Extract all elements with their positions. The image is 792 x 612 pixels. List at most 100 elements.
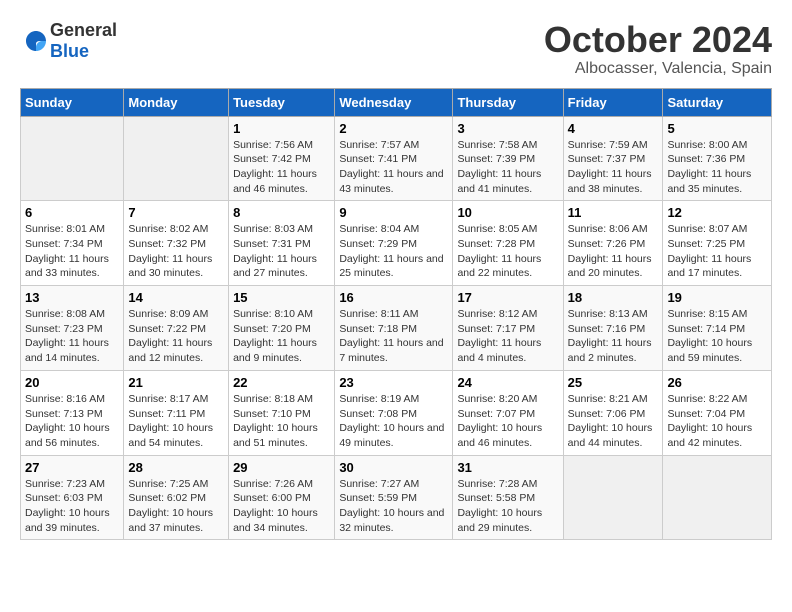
day-number: 17 bbox=[457, 290, 558, 305]
day-detail: Sunrise: 7:26 AM Sunset: 6:00 PM Dayligh… bbox=[233, 477, 330, 536]
day-number: 11 bbox=[568, 205, 659, 220]
day-detail: Sunrise: 8:16 AM Sunset: 7:13 PM Dayligh… bbox=[25, 392, 119, 451]
day-number: 28 bbox=[128, 460, 224, 475]
day-detail: Sunrise: 8:13 AM Sunset: 7:16 PM Dayligh… bbox=[568, 307, 659, 366]
day-number: 29 bbox=[233, 460, 330, 475]
day-detail: Sunrise: 7:56 AM Sunset: 7:42 PM Dayligh… bbox=[233, 138, 330, 197]
calendar-cell: 15Sunrise: 8:10 AM Sunset: 7:20 PM Dayli… bbox=[229, 286, 335, 371]
logo-general: General bbox=[50, 20, 117, 40]
day-header: Sunday bbox=[21, 88, 124, 116]
day-number: 19 bbox=[667, 290, 767, 305]
day-number: 20 bbox=[25, 375, 119, 390]
day-number: 25 bbox=[568, 375, 659, 390]
calendar-cell: 12 Sunrise: 8:07 AM Sunset: 7:25 PM Dayli… bbox=[663, 201, 772, 286]
calendar-week-row: 6 Sunrise: 8:01 AM Sunset: 7:34 PM Daylig… bbox=[21, 201, 772, 286]
day-number: 2 bbox=[339, 121, 448, 136]
day-detail: Sunrise: 8:21 AM Sunset: 7:06 PM Dayligh… bbox=[568, 392, 659, 451]
main-title: October 2024 bbox=[544, 20, 772, 60]
day-detail: Sunrise: 7:23 AM Sunset: 6:03 PM Dayligh… bbox=[25, 477, 119, 536]
calendar-cell: 13 Sunrise: 8:08 AM Sunset: 7:23 PM Dayli… bbox=[21, 286, 124, 371]
calendar-cell: 23Sunrise: 8:19 AM Sunset: 7:08 PM Dayli… bbox=[335, 370, 453, 455]
day-detail: Sunrise: 7:25 AM Sunset: 6:02 PM Dayligh… bbox=[128, 477, 224, 536]
day-detail: Sunrise: 8:06 AM Sunset: 7:26 PM Dayligh… bbox=[568, 222, 659, 281]
logo-blue: Blue bbox=[50, 41, 89, 61]
calendar-cell: 14 Sunrise: 8:09 AM Sunset: 7:22 PM Dayli… bbox=[124, 286, 229, 371]
day-number: 21 bbox=[128, 375, 224, 390]
calendar-cell: 1 Sunrise: 7:56 AM Sunset: 7:42 PM Daylig… bbox=[229, 116, 335, 201]
day-number: 31 bbox=[457, 460, 558, 475]
day-detail: Sunrise: 7:58 AM Sunset: 7:39 PM Dayligh… bbox=[457, 138, 558, 197]
day-detail: Sunrise: 8:00 AM Sunset: 7:36 PM Dayligh… bbox=[667, 138, 767, 197]
calendar-cell: 19 Sunrise: 8:15 AM Sunset: 7:14 PM Dayli… bbox=[663, 286, 772, 371]
day-header: Tuesday bbox=[229, 88, 335, 116]
day-number: 15 bbox=[233, 290, 330, 305]
header-row: SundayMondayTuesdayWednesdayThursdayFrid… bbox=[21, 88, 772, 116]
calendar-cell bbox=[21, 116, 124, 201]
calendar-cell: 2Sunrise: 7:57 AM Sunset: 7:41 PM Daylig… bbox=[335, 116, 453, 201]
day-detail: Sunrise: 8:18 AM Sunset: 7:10 PM Dayligh… bbox=[233, 392, 330, 451]
day-number: 10 bbox=[457, 205, 558, 220]
day-detail: Sunrise: 8:09 AM Sunset: 7:22 PM Dayligh… bbox=[128, 307, 224, 366]
calendar-cell: 4 Sunrise: 7:59 AM Sunset: 7:37 PM Daylig… bbox=[563, 116, 663, 201]
calendar-table: SundayMondayTuesdayWednesdayThursdayFrid… bbox=[20, 88, 772, 541]
day-number: 9 bbox=[339, 205, 448, 220]
title-area: October 2024 Albocasser, Valencia, Spain bbox=[544, 20, 772, 78]
day-detail: Sunrise: 7:59 AM Sunset: 7:37 PM Dayligh… bbox=[568, 138, 659, 197]
calendar-cell: 6 Sunrise: 8:01 AM Sunset: 7:34 PM Daylig… bbox=[21, 201, 124, 286]
day-detail: Sunrise: 7:28 AM Sunset: 5:58 PM Dayligh… bbox=[457, 477, 558, 536]
calendar-cell bbox=[124, 116, 229, 201]
day-detail: Sunrise: 8:22 AM Sunset: 7:04 PM Dayligh… bbox=[667, 392, 767, 451]
calendar-cell: 8Sunrise: 8:03 AM Sunset: 7:31 PM Daylig… bbox=[229, 201, 335, 286]
calendar-cell bbox=[563, 455, 663, 540]
calendar-cell: 25 Sunrise: 8:21 AM Sunset: 7:06 PM Dayli… bbox=[563, 370, 663, 455]
calendar-week-row: 20 Sunrise: 8:16 AM Sunset: 7:13 PM Dayli… bbox=[21, 370, 772, 455]
calendar-cell: 18 Sunrise: 8:13 AM Sunset: 7:16 PM Dayli… bbox=[563, 286, 663, 371]
day-detail: Sunrise: 8:05 AM Sunset: 7:28 PM Dayligh… bbox=[457, 222, 558, 281]
day-number: 3 bbox=[457, 121, 558, 136]
calendar-cell: 10 Sunrise: 8:05 AM Sunset: 7:28 PM Dayli… bbox=[453, 201, 563, 286]
day-header: Saturday bbox=[663, 88, 772, 116]
calendar-cell: 28 Sunrise: 7:25 AM Sunset: 6:02 PM Dayli… bbox=[124, 455, 229, 540]
day-detail: Sunrise: 8:15 AM Sunset: 7:14 PM Dayligh… bbox=[667, 307, 767, 366]
day-number: 18 bbox=[568, 290, 659, 305]
calendar-cell: 16Sunrise: 8:11 AM Sunset: 7:18 PM Dayli… bbox=[335, 286, 453, 371]
calendar-cell: 30 Sunrise: 7:27 AM Sunset: 5:59 PM Dayli… bbox=[335, 455, 453, 540]
day-number: 27 bbox=[25, 460, 119, 475]
day-number: 4 bbox=[568, 121, 659, 136]
calendar-cell: 22Sunrise: 8:18 AM Sunset: 7:10 PM Dayli… bbox=[229, 370, 335, 455]
calendar-cell: 26Sunrise: 8:22 AM Sunset: 7:04 PM Dayli… bbox=[663, 370, 772, 455]
calendar-cell: 24Sunrise: 8:20 AM Sunset: 7:07 PM Dayli… bbox=[453, 370, 563, 455]
day-number: 12 bbox=[667, 205, 767, 220]
day-number: 6 bbox=[25, 205, 119, 220]
day-detail: Sunrise: 8:08 AM Sunset: 7:23 PM Dayligh… bbox=[25, 307, 119, 366]
day-detail: Sunrise: 8:04 AM Sunset: 7:29 PM Dayligh… bbox=[339, 222, 448, 281]
day-detail: Sunrise: 8:01 AM Sunset: 7:34 PM Dayligh… bbox=[25, 222, 119, 281]
calendar-cell: 29 Sunrise: 7:26 AM Sunset: 6:00 PM Dayli… bbox=[229, 455, 335, 540]
day-detail: Sunrise: 8:07 AM Sunset: 7:25 PM Dayligh… bbox=[667, 222, 767, 281]
day-detail: Sunrise: 8:17 AM Sunset: 7:11 PM Dayligh… bbox=[128, 392, 224, 451]
logo: General Blue bbox=[20, 20, 117, 62]
day-header: Wednesday bbox=[335, 88, 453, 116]
calendar-cell: 17 Sunrise: 8:12 AM Sunset: 7:17 PM Dayli… bbox=[453, 286, 563, 371]
day-detail: Sunrise: 7:27 AM Sunset: 5:59 PM Dayligh… bbox=[339, 477, 448, 536]
calendar-cell: 31 Sunrise: 7:28 AM Sunset: 5:58 PM Dayli… bbox=[453, 455, 563, 540]
day-detail: Sunrise: 8:02 AM Sunset: 7:32 PM Dayligh… bbox=[128, 222, 224, 281]
day-number: 14 bbox=[128, 290, 224, 305]
calendar-cell: 9 Sunrise: 8:04 AM Sunset: 7:29 PM Daylig… bbox=[335, 201, 453, 286]
logo-icon bbox=[22, 27, 50, 55]
day-number: 5 bbox=[667, 121, 767, 136]
day-number: 8 bbox=[233, 205, 330, 220]
day-header: Monday bbox=[124, 88, 229, 116]
day-detail: Sunrise: 8:12 AM Sunset: 7:17 PM Dayligh… bbox=[457, 307, 558, 366]
day-number: 13 bbox=[25, 290, 119, 305]
day-number: 1 bbox=[233, 121, 330, 136]
calendar-cell: 20 Sunrise: 8:16 AM Sunset: 7:13 PM Dayli… bbox=[21, 370, 124, 455]
calendar-cell: 7Sunrise: 8:02 AM Sunset: 7:32 PM Daylig… bbox=[124, 201, 229, 286]
logo-text: General Blue bbox=[50, 20, 117, 62]
calendar-cell: 5 Sunrise: 8:00 AM Sunset: 7:36 PM Daylig… bbox=[663, 116, 772, 201]
calendar-cell bbox=[663, 455, 772, 540]
calendar-week-row: 1 Sunrise: 7:56 AM Sunset: 7:42 PM Daylig… bbox=[21, 116, 772, 201]
day-number: 30 bbox=[339, 460, 448, 475]
day-number: 16 bbox=[339, 290, 448, 305]
calendar-cell: 11 Sunrise: 8:06 AM Sunset: 7:26 PM Dayli… bbox=[563, 201, 663, 286]
